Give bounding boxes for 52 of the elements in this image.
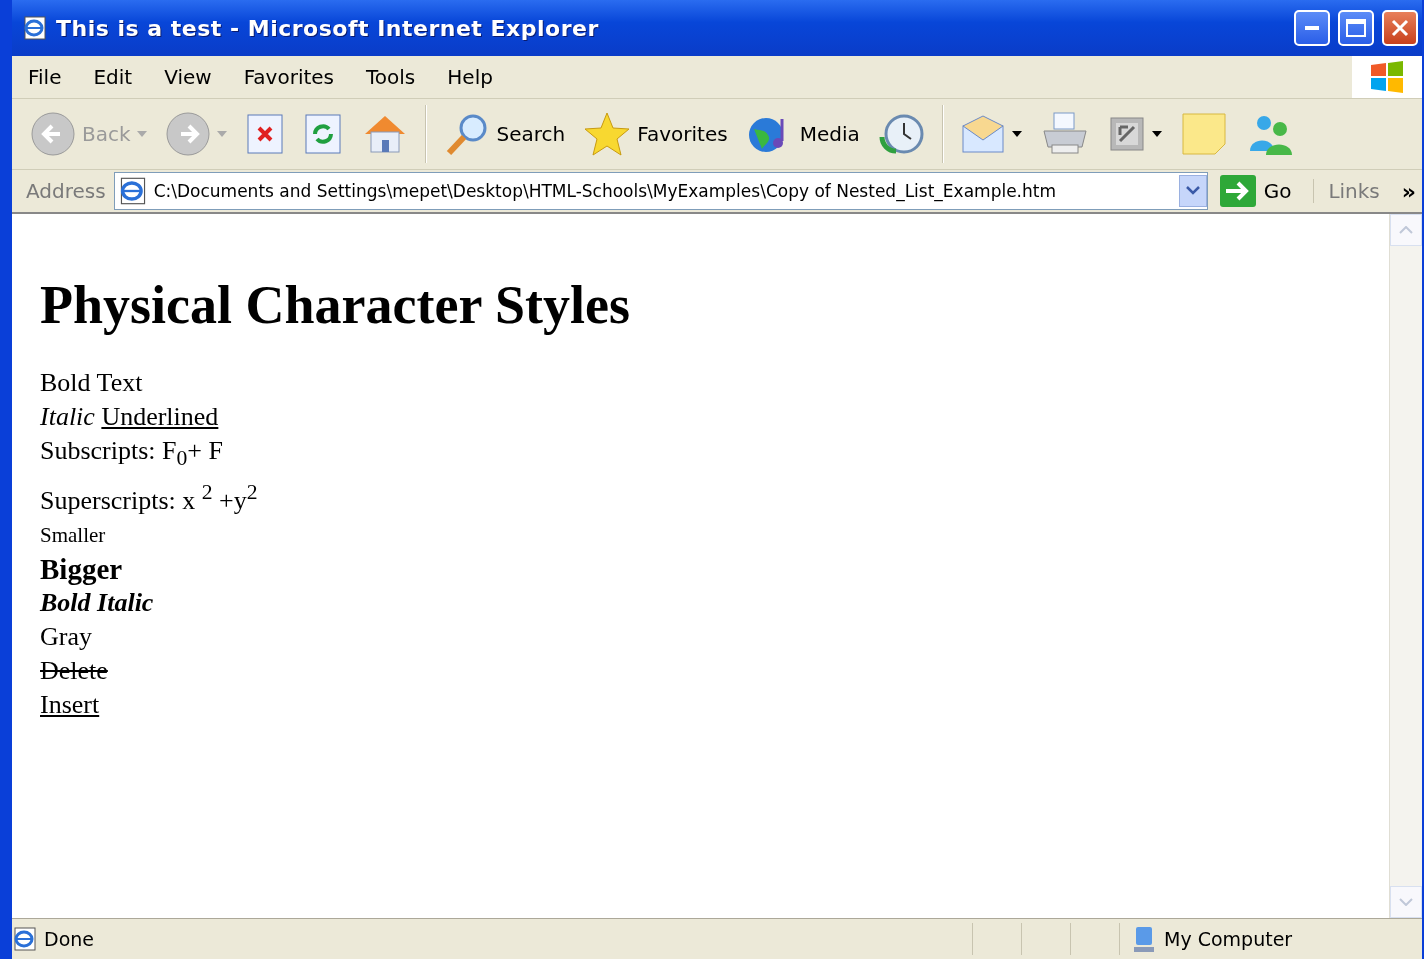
text-line: Bigger [40, 551, 123, 586]
stop-icon [244, 112, 285, 156]
text-line: Gray [40, 620, 92, 653]
maximize-icon [1346, 19, 1366, 37]
caret-icon [216, 131, 227, 137]
go-button[interactable]: Go [1215, 175, 1306, 207]
ie-page-icon [12, 926, 38, 952]
text-line: Delete [40, 654, 108, 687]
favorites-button[interactable]: Favorites [577, 107, 734, 161]
text-line: Bold Text [40, 367, 143, 399]
zone-text: My Computer [1164, 928, 1293, 950]
computer-icon [1132, 925, 1156, 953]
caret-icon [136, 131, 147, 137]
windows-flag-icon [1369, 61, 1405, 93]
window-title: This is a test - Microsoft Internet Explorer [56, 15, 600, 41]
search-button[interactable]: Search [436, 107, 572, 161]
ie-page-icon [22, 15, 48, 41]
address-label: Address [26, 179, 106, 203]
text-line: Subscripts: F$_{0}$+ F [40, 435, 223, 473]
close-icon [1390, 18, 1410, 38]
menu-item[interactable]: Tools [350, 65, 432, 89]
text-line: Insert [40, 688, 100, 721]
caret-icon [1151, 131, 1162, 137]
menu-item[interactable]: View [148, 65, 228, 89]
text-line: Smaller [40, 521, 106, 549]
menu-item[interactable]: Edit [77, 65, 149, 89]
chevron-down-icon [1185, 186, 1200, 196]
text-line: Italic Underlined [40, 401, 219, 433]
links-button[interactable]: Links [1313, 179, 1394, 203]
chevron-up-icon [1399, 226, 1413, 234]
star-icon [583, 111, 632, 157]
minimize-icon [1305, 26, 1319, 30]
caret-icon [1011, 131, 1022, 137]
mail-icon [959, 114, 1006, 154]
status-text: Done [44, 928, 95, 950]
edit-icon [1107, 115, 1146, 153]
maximize-button[interactable] [1338, 10, 1374, 46]
address-field[interactable]: C:\Documents and Settings\mepet\Desktop\HTML-Schools\MyExamples\Copy of Nested_List_Example.htm [113, 172, 1208, 210]
media-button[interactable]: Media [739, 107, 866, 161]
close-button[interactable] [1382, 10, 1418, 46]
minimize-button[interactable] [1294, 10, 1330, 46]
refresh-icon [302, 112, 343, 156]
menu-item[interactable]: Favorites [227, 65, 350, 89]
page-heading: Physical Character Styles [40, 274, 631, 336]
menu-item[interactable]: Help [431, 65, 509, 89]
menu-item[interactable]: File [12, 65, 78, 89]
text-line: Bold Italic [40, 586, 154, 619]
more-chevron[interactable]: » [1401, 178, 1416, 204]
sticky-note-icon [1179, 111, 1228, 157]
chevron-down-icon [1399, 898, 1413, 906]
address-dropdown-button[interactable] [1178, 175, 1207, 207]
text-line: Superscripts: x $^{2}$ +y$^{2}$ [40, 479, 258, 517]
